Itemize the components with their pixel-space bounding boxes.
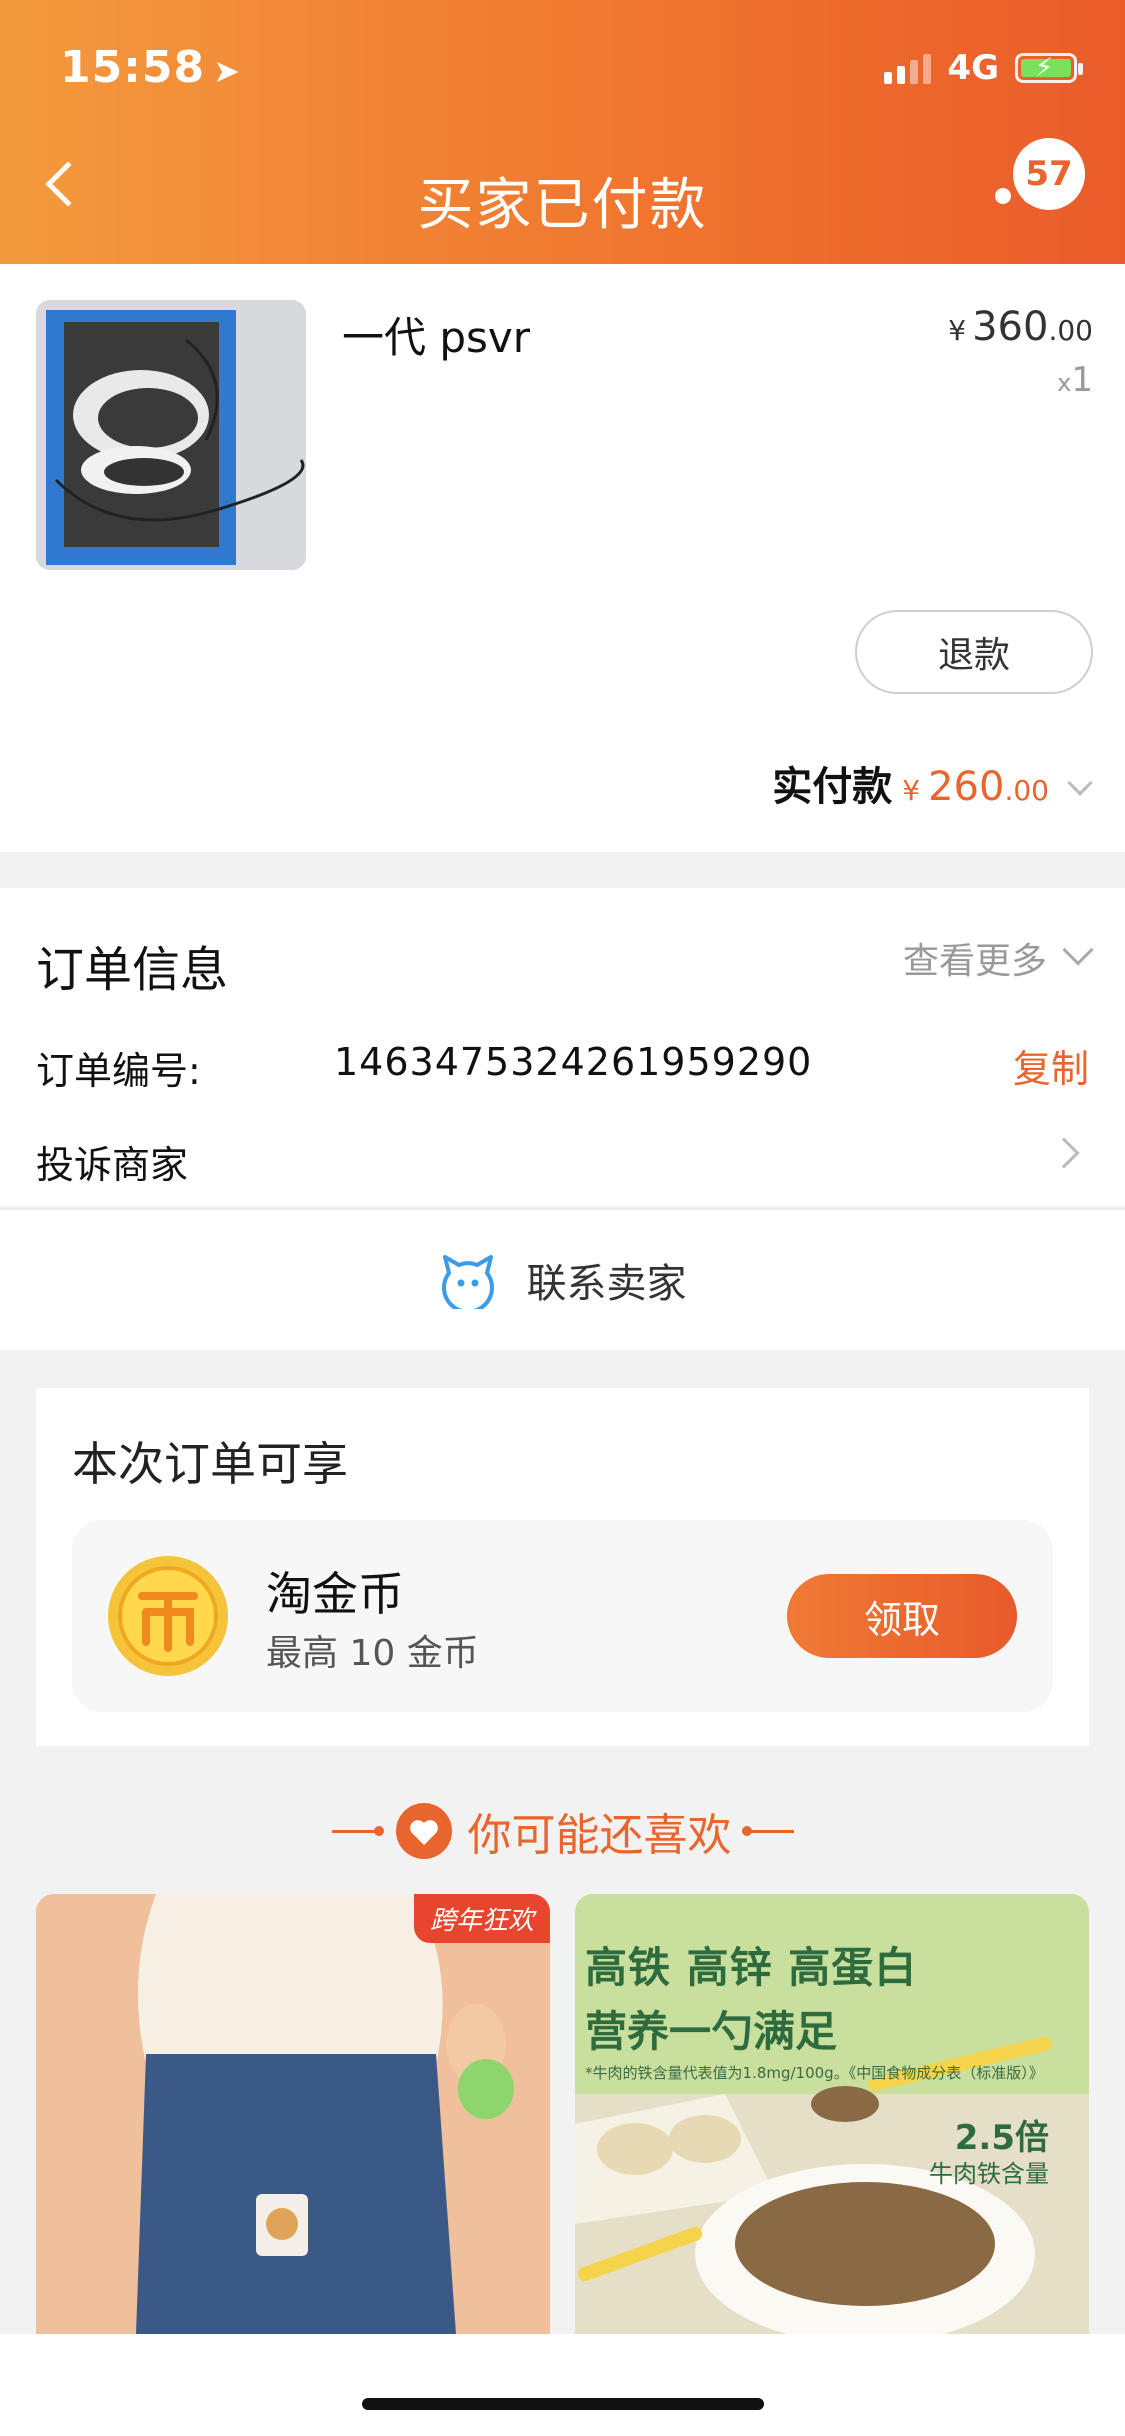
product-quantity: x1 xyxy=(1057,360,1093,400)
coin-name: 淘金币 xyxy=(266,1567,404,1621)
view-more-button[interactable]: 查看更多 xyxy=(902,932,1094,984)
order-info-title: 订单信息 xyxy=(36,942,229,998)
price-decimal: .00 xyxy=(1048,314,1093,347)
chevron-right-icon xyxy=(1048,1137,1080,1169)
view-more-label: 查看更多 xyxy=(902,941,1047,982)
status-time-text: 15:58 xyxy=(60,42,206,93)
divider-right xyxy=(741,1825,794,1836)
location-arrow-icon: ➤ xyxy=(213,52,241,90)
copy-button[interactable]: 复制 xyxy=(1013,1038,1089,1093)
divider-left xyxy=(331,1825,384,1836)
recommend-item-beef-food[interactable]: 高铁 高锌 高蛋白 营养一勺满足 *牛肉的铁含量代表值为1.8mg/100g。《… xyxy=(575,1894,1089,2334)
refund-button[interactable]: 退款 xyxy=(855,610,1093,694)
chevron-down-icon xyxy=(1062,934,1094,966)
product-price: ¥360.00 xyxy=(948,304,1093,350)
order-number-label: 订单编号: xyxy=(36,1049,201,1093)
signal-icon xyxy=(884,52,932,84)
bottom-safe-area xyxy=(0,2334,1125,2436)
header-bar: 15:58➤ 4G 买家已付款 57 xyxy=(0,0,1125,264)
quantity-value: 1 xyxy=(1071,360,1093,400)
recommend-multiplier-caption: 牛肉铁含量 xyxy=(929,2160,1049,2188)
recommend-multiplier: 2.5倍 xyxy=(954,2118,1049,2158)
recommend-heading: 你可能还喜欢 xyxy=(0,1796,1125,1866)
page-title: 买家已付款 xyxy=(417,173,708,238)
gold-coin-icon xyxy=(108,1556,228,1676)
quantity-x: x xyxy=(1057,369,1072,397)
recommend-footnote: *牛肉的铁含量代表值为1.8mg/100g。《中国食物成分表（标准版）》 xyxy=(585,2064,1044,2082)
status-time: 15:58 ➤ xyxy=(60,42,241,93)
network-type: 4G xyxy=(947,48,999,88)
recommend-title: 你可能还喜欢 xyxy=(467,1810,732,1861)
coin-subtitle: 最高 10 金币 xyxy=(266,1633,479,1674)
paid-decimal: .00 xyxy=(1004,774,1049,807)
claim-button[interactable]: 领取 xyxy=(787,1574,1017,1658)
home-indicator[interactable] xyxy=(362,2398,764,2410)
more-menu-button[interactable]: 57 xyxy=(985,138,1085,258)
product-card: 一代 psvr ¥360.00 x1 退款 实付款 ¥ 260 .00 xyxy=(0,264,1125,852)
status-indicators: 4G xyxy=(884,48,1083,88)
paid-currency: ¥ xyxy=(902,774,921,807)
order-number-value: 1463475324261959290 xyxy=(334,1040,813,1084)
contact-seller-button[interactable]: 联系卖家 xyxy=(0,1208,1125,1350)
order-benefit-card: 本次订单可享 淘金币 最高 10 金币 领取 xyxy=(36,1388,1089,1746)
chevron-down-icon xyxy=(1067,770,1093,796)
contact-seller-label: 联系卖家 xyxy=(526,1261,687,1307)
order-info-card: 订单信息 查看更多 订单编号: 1463475324261959290 复制 投… xyxy=(0,888,1125,1206)
battery-charging-icon xyxy=(1015,53,1083,83)
product-name[interactable]: 一代 psvr xyxy=(342,304,530,365)
paid-amount-row[interactable]: 实付款 ¥ 260 .00 xyxy=(772,754,1093,812)
heart-icon xyxy=(395,1803,452,1859)
paid-integer: 260 xyxy=(928,764,1005,810)
message-count-badge: 57 xyxy=(1013,138,1085,210)
kids-pants-image xyxy=(36,1894,550,2334)
benefit-title: 本次订单可享 xyxy=(72,1437,348,1491)
complain-merchant-link[interactable]: 投诉商家 xyxy=(36,1134,188,1189)
recommend-item-kids-pants[interactable]: 跨年狂欢 xyxy=(36,1894,550,2334)
recommend-headline-2: 营养一勺满足 xyxy=(585,2007,838,2056)
price-currency: ¥ xyxy=(948,314,967,347)
promo-tag: 跨年狂欢 xyxy=(413,1894,550,1943)
recommend-headline-1: 高铁 高锌 高蛋白 xyxy=(585,1943,918,1992)
paid-label: 实付款 xyxy=(772,764,893,810)
price-integer: 360 xyxy=(972,304,1049,350)
coin-reward-row: 淘金币 最高 10 金币 领取 xyxy=(72,1520,1053,1712)
product-thumbnail[interactable] xyxy=(36,300,306,570)
chat-bubble-icon xyxy=(441,1255,494,1309)
